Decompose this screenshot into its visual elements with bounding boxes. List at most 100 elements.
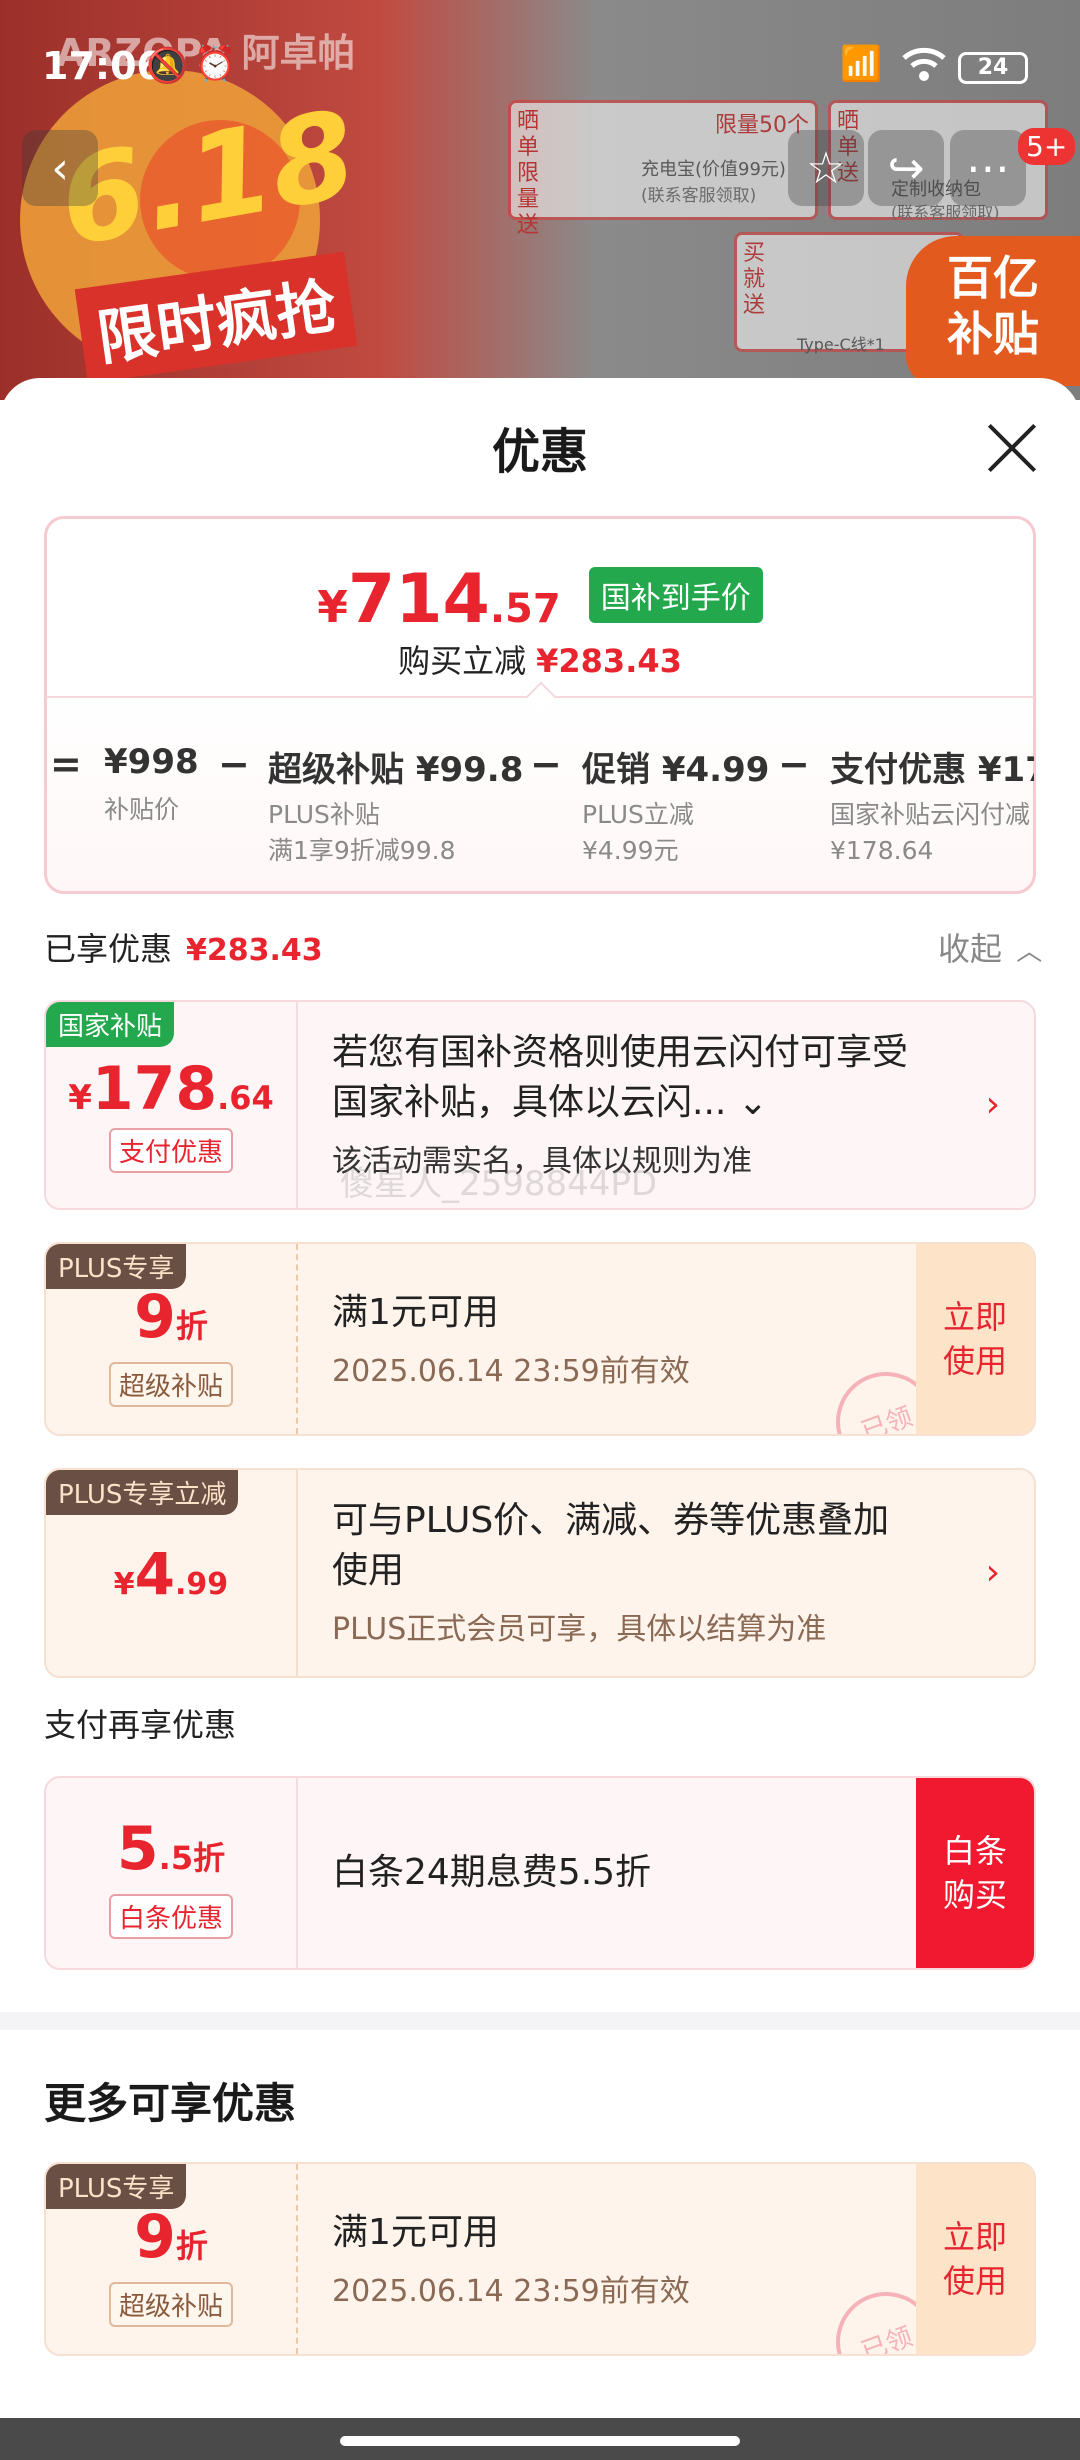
coupon-desc-line2[interactable]: 国家补贴，具体以云闪... ⌄ bbox=[332, 1078, 768, 1128]
sheet-title: 优惠 bbox=[491, 424, 588, 480]
use-now-line2: 使用 bbox=[942, 1342, 1007, 1380]
breakdown-sub: 补贴价 bbox=[104, 795, 180, 824]
alarm-icon: ⏰ bbox=[194, 44, 237, 84]
breakdown-sub2: 满1享9折减99.8 bbox=[268, 836, 456, 865]
baitiao-discount-unit: 折 bbox=[193, 1839, 226, 1877]
breakdown-sub: 国家补贴云闪付减 bbox=[830, 800, 1031, 829]
minus-sign: − bbox=[778, 742, 810, 786]
coupon-separator bbox=[296, 1470, 298, 1676]
coupon-baitiao[interactable]: 5.5折 白条优惠 白条24期息费5.5折 白条 购买 bbox=[44, 1776, 1036, 1970]
use-now-line1: 立即 bbox=[942, 2218, 1007, 2256]
gift-card-1: 晒单限量送 限量50个 充电宝(价值99元) (联系客服领取) bbox=[508, 100, 818, 238]
gift3-side-label: 买就送 bbox=[743, 241, 766, 318]
coupon-type-tag: 超级补贴 bbox=[108, 2282, 233, 2327]
reduce-label: 购买立减 bbox=[398, 642, 527, 680]
gift1-note: (联系客服领取) bbox=[641, 186, 757, 206]
final-price-dec: .57 bbox=[489, 586, 561, 632]
breakdown-item-base: ¥998 补贴价 bbox=[104, 742, 199, 828]
coupon-separator bbox=[296, 1778, 298, 1968]
subsidy-logo-line1: 百亿 bbox=[947, 251, 1039, 305]
enjoyed-discount: 已享优惠 ¥283.43 bbox=[44, 924, 323, 970]
chevron-right-icon: › bbox=[985, 1084, 1000, 1125]
equals-sign: = bbox=[50, 742, 82, 786]
coupon-value-area: 5.5折 白条优惠 bbox=[46, 1778, 296, 1968]
chevron-up-icon: ︿ bbox=[1016, 937, 1043, 967]
coupon-type-tag: 白条优惠 bbox=[108, 1894, 233, 1939]
minus-sign: − bbox=[530, 742, 562, 786]
coupon-separator bbox=[296, 1002, 298, 1208]
close-button[interactable] bbox=[984, 420, 1040, 476]
coupon-value-area: PLUS专享立减 ¥4.99 bbox=[46, 1470, 296, 1676]
coupon-type-tag: 支付优惠 bbox=[108, 1128, 233, 1173]
breakdown-title: ¥998 bbox=[104, 742, 199, 782]
coupon-amount-int: 4 bbox=[134, 1540, 176, 1608]
watermark-text: 傻星人_2598844PD bbox=[340, 1164, 658, 1204]
coupon-condition: 满1元可用 bbox=[332, 1292, 499, 1333]
baitiao-buy-line1: 白条 bbox=[942, 1832, 1007, 1870]
coupon-plus-instant-reduce[interactable]: PLUS专享立减 ¥4.99 可与PLUS价、满减、券等优惠叠加 使用 PLUS… bbox=[44, 1468, 1036, 1678]
home-indicator[interactable] bbox=[340, 2436, 740, 2446]
coupon-currency: ¥ bbox=[68, 1078, 92, 1118]
use-now-button[interactable]: 立即 使用 bbox=[916, 1244, 1034, 1434]
breakdown-title: 超级补贴 ¥99.8 bbox=[268, 750, 524, 790]
final-price: ¥714.57 国补到手价 bbox=[0, 560, 1080, 639]
coupon-discount-int: 9 bbox=[134, 2202, 176, 2272]
section-divider bbox=[0, 2012, 1080, 2030]
coupon-discount-unit: 折 bbox=[175, 2227, 208, 2265]
minus-sign: − bbox=[218, 742, 250, 786]
final-price-int: 714 bbox=[347, 560, 490, 639]
baitiao-discount-int: 5 bbox=[116, 1814, 159, 1884]
coupon-more-plus-discount[interactable]: PLUS专享 9折 超级补贴 满1元可用 2025.06.14 23:59前有效… bbox=[44, 2162, 1036, 2356]
signal-icon: 📶 bbox=[840, 44, 883, 84]
use-now-button[interactable]: 立即 使用 bbox=[916, 2164, 1034, 2354]
breakdown-title: 促销 ¥4.99 bbox=[582, 750, 770, 790]
coupon-discount-int: 9 bbox=[134, 1282, 176, 1352]
coupon-value-area: 国家补贴 ¥178.64 支付优惠 bbox=[46, 1002, 296, 1208]
share-icon: ↪ bbox=[887, 142, 925, 194]
back-button[interactable]: ‹ bbox=[22, 130, 98, 206]
mute-bell-icon: 🔕 bbox=[146, 46, 189, 86]
coupon-desc-line1: 若您有国补资格则使用云闪付可享受 bbox=[332, 1032, 909, 1073]
enjoyed-value: ¥283.43 bbox=[186, 933, 323, 968]
wifi-icon bbox=[900, 44, 948, 93]
coupon-corner-tag: 国家补贴 bbox=[46, 1002, 175, 1047]
coupon-condition: 满1元可用 bbox=[332, 2212, 499, 2253]
gift3-item1: Type-C线*1 bbox=[797, 335, 885, 354]
final-price-currency: ¥ bbox=[317, 582, 348, 633]
chevron-right-icon: › bbox=[985, 1552, 1000, 1593]
instant-reduction: 购买立减 ¥283.43 bbox=[0, 636, 1080, 682]
gov-subsidy-price-tag: 国补到手价 bbox=[588, 567, 763, 623]
coupon-separator bbox=[296, 2164, 298, 2354]
coupon-plus-discount[interactable]: PLUS专享 9折 超级补贴 满1元可用 2025.06.14 23:59前有效… bbox=[44, 1242, 1036, 1436]
share-button[interactable]: ↪ bbox=[868, 130, 944, 206]
coupon-corner-tag: PLUS专享立减 bbox=[46, 1470, 239, 1515]
message-badge: 5+ bbox=[1018, 128, 1076, 165]
coupon-separator bbox=[296, 1244, 298, 1434]
more-icon: ⋯ bbox=[966, 142, 1010, 194]
favorite-button[interactable]: ☆ bbox=[788, 130, 864, 206]
breakdown-title: 支付优惠 ¥178.64 bbox=[830, 750, 1034, 790]
breakdown-item-super-subsidy: 超级补贴 ¥99.8 PLUS补贴 满1享9折减99.8 bbox=[268, 742, 523, 869]
subsidy-logo-line2: 补贴 bbox=[947, 307, 1039, 361]
coupon-value-area: PLUS专享 9折 超级补贴 bbox=[46, 2164, 296, 2354]
more-button[interactable]: ⋯ bbox=[950, 130, 1026, 206]
more-section-title: 更多可享优惠 bbox=[44, 2079, 297, 2128]
breakdown-sub2: ¥178.64 bbox=[830, 836, 934, 865]
price-breakdown[interactable]: = ¥998 补贴价 − 超级补贴 ¥99.8 PLUS补贴 满1享9折减99.… bbox=[46, 742, 1034, 882]
coupon-note: PLUS正式会员可享，具体以结算为准 bbox=[332, 1612, 827, 1647]
gift1-side-label: 晒单限量送 bbox=[517, 109, 540, 238]
pay-section-title: 支付再享优惠 bbox=[44, 1706, 237, 1744]
collapse-label: 收起 bbox=[938, 930, 1003, 968]
reduce-value: ¥283.43 bbox=[536, 642, 682, 680]
baitiao-buy-line2: 购买 bbox=[942, 1876, 1007, 1914]
use-now-line2: 使用 bbox=[942, 2262, 1007, 2300]
breakdown-item-payment: 支付优惠 ¥178.64 国家补贴云闪付减 ¥178.64 bbox=[830, 742, 1034, 869]
coupon-amount-int: 178 bbox=[91, 1054, 218, 1124]
battery-indicator: 24 bbox=[958, 52, 1028, 84]
coupon-expiry: 2025.06.14 23:59前有效 bbox=[332, 2274, 690, 2309]
coupon-desc-line1: 可与PLUS价、满减、券等优惠叠加 bbox=[332, 1500, 890, 1541]
use-now-line1: 立即 bbox=[942, 1298, 1007, 1336]
collapse-toggle[interactable]: 收起 ︿ bbox=[938, 924, 1042, 970]
coupon-amount-dec: .99 bbox=[175, 1567, 229, 1602]
baitiao-buy-button[interactable]: 白条 购买 bbox=[916, 1778, 1034, 1968]
